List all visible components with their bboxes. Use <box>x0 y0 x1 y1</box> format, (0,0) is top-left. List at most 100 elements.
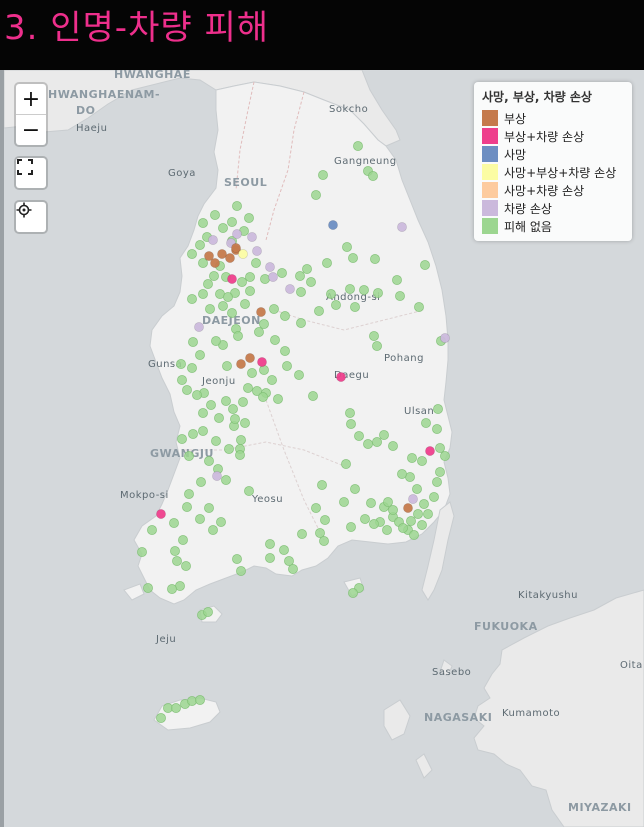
marker-injury[interactable] <box>256 307 266 317</box>
marker-none[interactable] <box>236 566 246 576</box>
marker-none[interactable] <box>230 414 240 424</box>
marker-none[interactable] <box>216 517 226 527</box>
marker-none[interactable] <box>302 264 312 274</box>
marker-none[interactable] <box>383 497 393 507</box>
marker-none[interactable] <box>195 240 205 250</box>
marker-none[interactable] <box>172 556 182 566</box>
zoom-in-button[interactable]: + <box>16 84 46 114</box>
marker-none[interactable] <box>306 277 316 287</box>
marker-none[interactable] <box>205 304 215 314</box>
marker-none[interactable] <box>187 363 197 373</box>
marker-none[interactable] <box>342 242 352 252</box>
marker-injury[interactable] <box>403 503 413 513</box>
marker-none[interactable] <box>359 285 369 295</box>
marker-vehicle[interactable] <box>252 246 262 256</box>
marker-none[interactable] <box>227 308 237 318</box>
marker-none[interactable] <box>211 436 221 446</box>
marker-none[interactable] <box>412 484 422 494</box>
marker-none[interactable] <box>187 294 197 304</box>
marker-none[interactable] <box>414 302 424 312</box>
marker-none[interactable] <box>366 498 376 508</box>
marker-none[interactable] <box>360 514 370 524</box>
marker-none[interactable] <box>392 275 402 285</box>
marker-death-injury-vehicle[interactable] <box>238 249 248 259</box>
marker-none[interactable] <box>192 390 202 400</box>
marker-none[interactable] <box>169 518 179 528</box>
marker-none[interactable] <box>184 489 194 499</box>
marker-none[interactable] <box>208 525 218 535</box>
zoom-out-button[interactable]: − <box>16 114 46 145</box>
marker-none[interactable] <box>198 289 208 299</box>
marker-none[interactable] <box>296 287 306 297</box>
marker-none[interactable] <box>211 336 221 346</box>
marker-none[interactable] <box>195 350 205 360</box>
marker-none[interactable] <box>322 258 332 268</box>
marker-none[interactable] <box>206 400 216 410</box>
marker-none[interactable] <box>218 301 228 311</box>
marker-none[interactable] <box>198 408 208 418</box>
marker-injury-vehicle[interactable] <box>257 357 267 367</box>
marker-none[interactable] <box>265 553 275 563</box>
marker-none[interactable] <box>188 429 198 439</box>
marker-none[interactable] <box>370 254 380 264</box>
marker-none[interactable] <box>198 426 208 436</box>
marker-none[interactable] <box>182 385 192 395</box>
marker-injury-vehicle[interactable] <box>227 274 237 284</box>
marker-vehicle[interactable] <box>265 262 275 272</box>
marker-vehicle[interactable] <box>208 235 218 245</box>
marker-none[interactable] <box>373 288 383 298</box>
marker-none[interactable] <box>237 277 247 287</box>
marker-none[interactable] <box>240 418 250 428</box>
marker-none[interactable] <box>221 396 231 406</box>
marker-none[interactable] <box>240 299 250 309</box>
marker-none[interactable] <box>372 341 382 351</box>
marker-none[interactable] <box>238 397 248 407</box>
marker-none[interactable] <box>346 522 356 532</box>
locate-button[interactable] <box>16 202 46 232</box>
marker-injury-vehicle[interactable] <box>336 372 346 382</box>
marker-none[interactable] <box>269 304 279 314</box>
marker-none[interactable] <box>245 272 255 282</box>
marker-none[interactable] <box>143 583 153 593</box>
marker-none[interactable] <box>147 525 157 535</box>
marker-none[interactable] <box>280 346 290 356</box>
marker-none[interactable] <box>382 525 392 535</box>
marker-none[interactable] <box>308 391 318 401</box>
marker-none[interactable] <box>260 274 270 284</box>
marker-none[interactable] <box>348 588 358 598</box>
marker-none[interactable] <box>348 253 358 263</box>
marker-none[interactable] <box>198 218 208 228</box>
marker-none[interactable] <box>388 441 398 451</box>
marker-none[interactable] <box>440 451 450 461</box>
marker-none[interactable] <box>296 318 306 328</box>
marker-none[interactable] <box>397 469 407 479</box>
marker-none[interactable] <box>223 292 233 302</box>
marker-none[interactable] <box>345 284 355 294</box>
marker-none[interactable] <box>350 302 360 312</box>
marker-injury-vehicle[interactable] <box>425 446 435 456</box>
marker-none[interactable] <box>346 419 356 429</box>
marker-injury[interactable] <box>236 359 246 369</box>
marker-none[interactable] <box>339 497 349 507</box>
marker-none[interactable] <box>236 435 246 445</box>
marker-none[interactable] <box>224 444 234 454</box>
marker-vehicle[interactable] <box>194 322 204 332</box>
marker-none[interactable] <box>318 170 328 180</box>
marker-none[interactable] <box>270 335 280 345</box>
marker-none[interactable] <box>369 331 379 341</box>
marker-vehicle[interactable] <box>268 272 278 282</box>
marker-none[interactable] <box>314 306 324 316</box>
marker-none[interactable] <box>432 424 442 434</box>
marker-none[interactable] <box>420 260 430 270</box>
marker-none[interactable] <box>232 554 242 564</box>
marker-none[interactable] <box>156 713 166 723</box>
marker-none[interactable] <box>345 408 355 418</box>
marker-none[interactable] <box>369 519 379 529</box>
marker-vehicle[interactable] <box>408 494 418 504</box>
marker-none[interactable] <box>413 509 423 519</box>
marker-none[interactable] <box>288 564 298 574</box>
marker-vehicle[interactable] <box>285 284 295 294</box>
marker-none[interactable] <box>187 249 197 259</box>
marker-none[interactable] <box>209 271 219 281</box>
marker-none[interactable] <box>273 394 283 404</box>
